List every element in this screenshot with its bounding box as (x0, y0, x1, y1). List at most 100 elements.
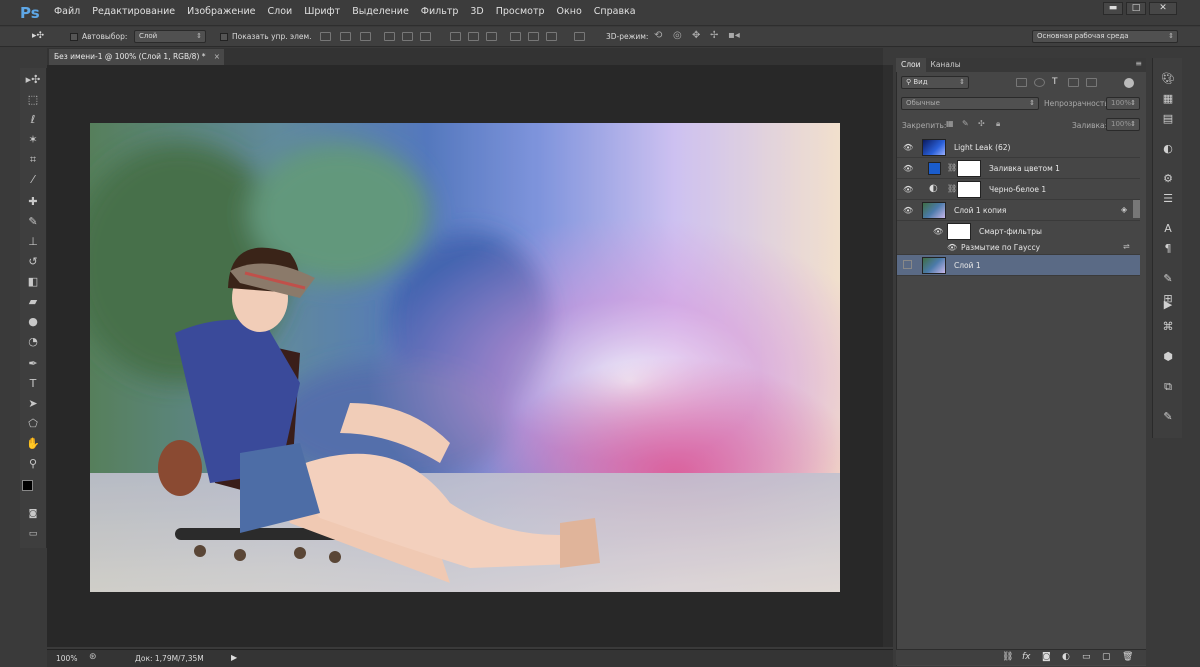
styles-panel-icon[interactable]: ▤ (1161, 112, 1175, 126)
canvas-vertical-scrollbar[interactable] (883, 65, 893, 647)
adjustments-panel-icon[interactable]: ◐ (1161, 142, 1175, 156)
autoselect-checkbox[interactable] (70, 33, 78, 41)
zoom-level[interactable]: 100% (56, 654, 77, 663)
actions-panel-icon[interactable]: ▶ (1161, 298, 1175, 312)
3d-rotate-icon[interactable]: ⟲ (654, 30, 662, 41)
filter-row[interactable]: 👁︎ Размытие по Гауссу ⇌ (897, 240, 1140, 255)
eye-icon[interactable]: 👁︎ (903, 164, 913, 173)
align-left-icon[interactable] (384, 32, 395, 41)
blur-tool-icon[interactable]: ● (24, 314, 42, 330)
lock-all-icon[interactable]: 🔒︎ (996, 119, 1000, 129)
eyedropper-tool-icon[interactable]: ⁄ (24, 172, 42, 188)
layer-name[interactable]: Черно-белое 1 (989, 185, 1046, 194)
3d-slide-icon[interactable]: ✢ (710, 30, 718, 41)
layer-filter-dropdown[interactable]: ⚲ Вид (901, 76, 969, 89)
zoom-tool-icon[interactable]: ⚲ (24, 456, 42, 472)
filter-options-icon[interactable]: ⇌ (1123, 242, 1130, 251)
gradient-tool-icon[interactable]: ▰ (24, 294, 42, 310)
menu-3d[interactable]: 3D (470, 6, 483, 17)
visibility-toggle[interactable] (903, 260, 912, 269)
move-tool-icon[interactable]: ▸✣ (24, 72, 42, 88)
filter-adjustment-icon[interactable] (1034, 78, 1045, 87)
layer-name[interactable]: Слой 1 копия (954, 206, 1006, 215)
filter-smart-icon[interactable] (1086, 78, 1097, 87)
minimize-button[interactable]: ▬ (1103, 2, 1123, 15)
properties-panel-icon[interactable]: ⚙︎ (1161, 172, 1175, 186)
foreground-color-swatch[interactable] (22, 480, 33, 491)
new-layer-icon[interactable]: ▢ (1102, 652, 1111, 662)
hand-tool-icon[interactable]: ✋ (24, 436, 42, 452)
eye-icon[interactable]: 👁︎ (903, 206, 913, 215)
tab-channels[interactable]: Каналы (926, 58, 966, 72)
notes-panel-icon[interactable]: ✎ (1161, 410, 1175, 424)
mask-link-icon[interactable]: ⛓︎ (947, 163, 957, 172)
panel-menu-icon[interactable]: ≡ (1135, 59, 1142, 68)
close-window-button[interactable]: ✕ (1149, 2, 1177, 15)
character-panel-icon[interactable]: A (1161, 222, 1175, 236)
menu-filter[interactable]: Фильтр (421, 6, 459, 17)
align-hcenter-icon[interactable] (402, 32, 413, 41)
history-brush-tool-icon[interactable]: ↺ (24, 254, 42, 270)
filter-name[interactable]: Размытие по Гауссу (961, 243, 1040, 252)
shape-tool-icon[interactable]: ⬠ (24, 416, 42, 432)
clone-stamp-tool-icon[interactable]: ⊥ (24, 234, 42, 250)
3d-pan-icon[interactable]: ✥ (692, 30, 700, 41)
swatches-panel-icon[interactable]: ▦ (1161, 92, 1175, 106)
brush-tool-icon[interactable]: ✎ (24, 214, 42, 230)
distribute-bottom-icon[interactable] (486, 32, 497, 41)
lock-pixels-icon[interactable]: ✎ (962, 119, 969, 128)
layer-row[interactable]: 👁︎ Слой 1 копия ◈ (897, 200, 1140, 221)
menu-select[interactable]: Выделение (352, 6, 409, 17)
screen-mode-icon[interactable]: ▭ (24, 526, 42, 542)
crop-tool-icon[interactable]: ⌗ (24, 152, 42, 168)
layer-row-selected[interactable]: Слой 1 (897, 255, 1140, 276)
pen-tool-icon[interactable]: ✒ (24, 356, 42, 372)
workspace-dropdown[interactable]: Основная рабочая среда (1032, 30, 1178, 43)
menu-file[interactable]: Файл (54, 6, 80, 17)
tab-layers[interactable]: Слои (896, 58, 926, 72)
dodge-tool-icon[interactable]: ◔ (24, 334, 42, 350)
path-selection-tool-icon[interactable]: ➤ (24, 396, 42, 412)
menu-view[interactable]: Просмотр (496, 6, 545, 17)
menu-help[interactable]: Справка (594, 6, 636, 17)
distribute-right-icon[interactable] (546, 32, 557, 41)
maximize-button[interactable]: □ (1126, 2, 1146, 15)
menu-window[interactable]: Окно (557, 6, 582, 17)
opacity-input[interactable]: 100% (1106, 97, 1140, 110)
layer-row[interactable]: 👁︎ ⛓︎ Заливка цветом 1 (897, 158, 1140, 179)
auto-align-icon[interactable] (574, 32, 585, 41)
align-vcenter-icon[interactable] (340, 32, 351, 41)
eye-icon[interactable]: 👁︎ (903, 185, 913, 194)
autoselect-dropdown[interactable]: Слой (134, 30, 206, 43)
3d-scale-icon[interactable]: ▪◂ (728, 30, 740, 41)
document-tab[interactable]: Без имени-1 @ 100% (Слой 1, RGB/8) * × (49, 49, 224, 65)
distribute-vcenter-icon[interactable] (468, 32, 479, 41)
align-bottom-icon[interactable] (360, 32, 371, 41)
marquee-tool-icon[interactable]: ⬚ (24, 92, 42, 108)
distribute-left-icon[interactable] (510, 32, 521, 41)
lasso-tool-icon[interactable]: ℓ (24, 112, 42, 128)
align-right-icon[interactable] (420, 32, 431, 41)
color-panel-icon[interactable]: 🎨︎ (1161, 72, 1175, 86)
filter-shape-icon[interactable] (1068, 78, 1079, 87)
canvas-photo[interactable] (90, 123, 840, 592)
magic-wand-tool-icon[interactable]: ✶ (24, 132, 42, 148)
eye-icon[interactable]: 👁︎ (933, 227, 943, 236)
layer-row[interactable]: 👁︎ Light Leak (62) (897, 137, 1140, 158)
lock-position-icon[interactable]: ✣ (978, 119, 985, 128)
tool-presets-panel-icon[interactable]: ⌘ (1161, 320, 1175, 334)
layer-name[interactable]: Слой 1 (954, 261, 981, 270)
menu-image[interactable]: Изображение (187, 6, 255, 17)
menu-type[interactable]: Шрифт (304, 6, 340, 17)
distribute-hcenter-icon[interactable] (528, 32, 539, 41)
align-top-icon[interactable] (320, 32, 331, 41)
brush-panel-icon[interactable]: ✎ (1161, 272, 1175, 286)
3d-roll-icon[interactable]: ◎ (673, 30, 682, 41)
fill-input[interactable]: 100% (1106, 118, 1140, 131)
filter-toggle-icon[interactable] (1124, 78, 1134, 88)
eye-icon[interactable]: 👁︎ (947, 243, 957, 252)
eye-icon[interactable]: 👁︎ (903, 143, 913, 152)
layer-name[interactable]: Заливка цветом 1 (989, 164, 1060, 173)
layer-name[interactable]: Light Leak (62) (954, 143, 1010, 152)
status-menu-icon[interactable]: ⊛ (89, 652, 97, 662)
